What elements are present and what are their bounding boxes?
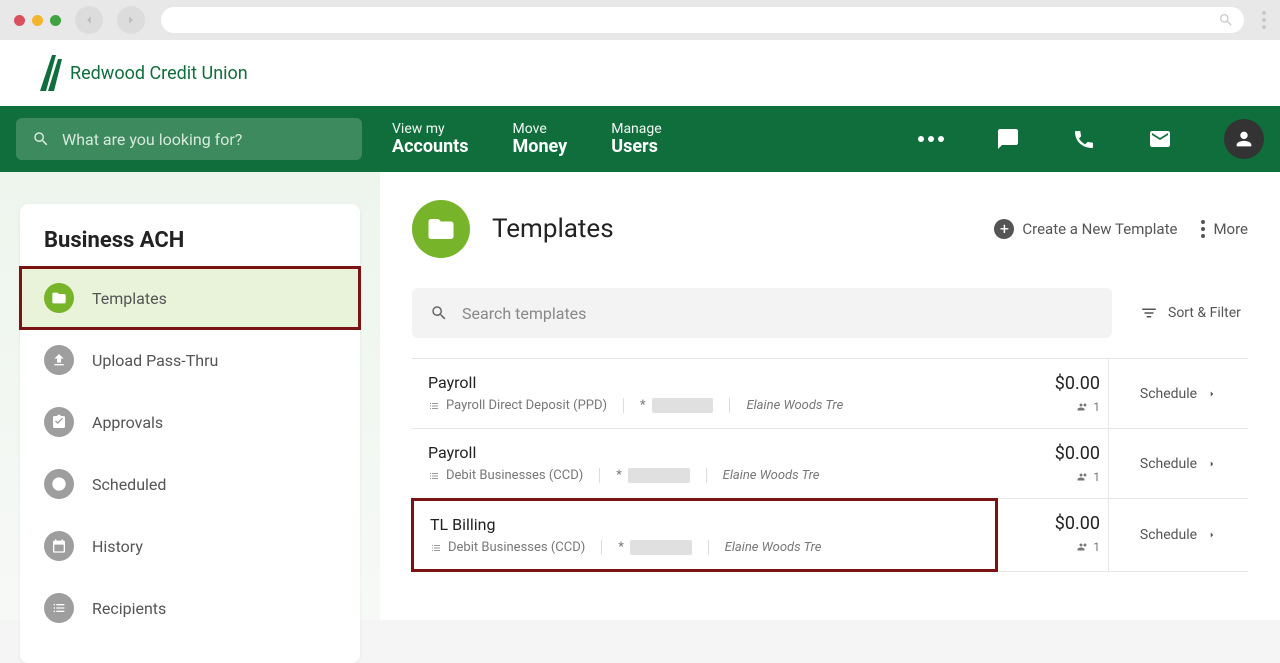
sidebar-item-label: Approvals: [92, 413, 163, 432]
nav-accounts[interactable]: View my Accounts: [392, 121, 469, 158]
template-amount: $0.00: [1006, 443, 1100, 464]
clock-icon: [44, 469, 74, 499]
chevron-right-icon: [1207, 389, 1217, 399]
search-icon: [430, 304, 448, 322]
vertical-dots-icon: [1201, 220, 1205, 238]
search-icon: [32, 130, 50, 148]
nav-icons: [918, 119, 1264, 159]
people-icon: [1077, 541, 1089, 553]
template-name: Payroll: [428, 443, 982, 462]
plus-icon: +: [994, 219, 1014, 239]
masked-account: xxxx: [652, 398, 714, 413]
clipboard-check-icon: [44, 407, 74, 437]
list-icon: [430, 542, 442, 554]
template-list: Payroll Payroll Direct Deposit (PPD) *xx…: [412, 358, 1248, 572]
chevron-right-icon: [1207, 459, 1217, 469]
masked-account: xxxx: [628, 468, 690, 483]
search-icon: [1218, 12, 1234, 32]
sidebar-item-upload[interactable]: Upload Pass-Thru: [20, 329, 360, 391]
browser-chrome: [0, 0, 1280, 40]
global-search[interactable]: What are you looking for?: [16, 118, 362, 160]
template-row[interactable]: Payroll Debit Businesses (CCD) *xxxx Ela…: [412, 429, 1248, 499]
content-area: Templates + Create a New Template More S…: [380, 172, 1280, 620]
nav-money[interactable]: Move Money: [513, 121, 568, 158]
sidebar-item-scheduled[interactable]: Scheduled: [20, 453, 360, 515]
sidebar-item-label: Templates: [92, 289, 167, 308]
schedule-button[interactable]: Schedule: [1108, 499, 1248, 571]
folder-icon: [44, 283, 74, 313]
global-search-placeholder: What are you looking for?: [62, 130, 242, 149]
template-name: Payroll: [428, 373, 982, 392]
brand-name: Redwood Credit Union: [70, 63, 248, 84]
sidebar-item-templates[interactable]: Templates: [20, 267, 360, 329]
filter-icon: [1140, 304, 1158, 322]
browser-menu-icon[interactable]: [1262, 11, 1266, 29]
template-search-placeholder: Search templates: [462, 304, 586, 323]
people-icon: [1077, 471, 1089, 483]
list-icon: [428, 400, 440, 412]
sidebar: Business ACH Templates Upload Pass-Thru …: [0, 172, 380, 620]
list-icon: [428, 470, 440, 482]
template-search[interactable]: Search templates: [412, 288, 1112, 338]
sidebar-item-recipients[interactable]: Recipients: [20, 577, 360, 639]
chevron-right-icon: [1207, 530, 1217, 540]
url-bar[interactable]: [161, 7, 1244, 33]
page-title: Templates: [492, 214, 972, 244]
masked-account: xxxx: [630, 540, 692, 555]
page-actions: + Create a New Template More: [994, 219, 1248, 239]
upload-icon: [44, 345, 74, 375]
mail-icon[interactable]: [1148, 127, 1172, 151]
brand-logo[interactable]: Redwood Credit Union: [34, 51, 274, 95]
main-layout: Business ACH Templates Upload Pass-Thru …: [0, 172, 1280, 620]
more-button[interactable]: More: [1201, 220, 1248, 238]
page-header: Templates + Create a New Template More: [412, 200, 1248, 258]
back-button[interactable]: [75, 6, 103, 34]
close-window-icon[interactable]: [14, 15, 25, 26]
sort-filter-button[interactable]: Sort & Filter: [1140, 304, 1241, 322]
calendar-icon: [44, 531, 74, 561]
person-icon: [1233, 128, 1255, 150]
minimize-window-icon[interactable]: [32, 15, 43, 26]
forward-button[interactable]: [117, 6, 145, 34]
primary-nav: What are you looking for? View my Accoun…: [0, 106, 1280, 172]
nav-items: View my Accounts Move Money Manage Users: [392, 121, 662, 158]
more-menu-icon[interactable]: [918, 136, 944, 142]
sidebar-card: Business ACH Templates Upload Pass-Thru …: [20, 204, 360, 663]
nav-users[interactable]: Manage Users: [611, 121, 661, 158]
template-owner: Elaine Woods Tre: [723, 468, 836, 483]
sidebar-item-approvals[interactable]: Approvals: [20, 391, 360, 453]
sidebar-item-label: Recipients: [92, 599, 166, 618]
template-row[interactable]: Payroll Payroll Direct Deposit (PPD) *xx…: [412, 359, 1248, 429]
people-icon: [1077, 401, 1089, 413]
sidebar-item-history[interactable]: History: [20, 515, 360, 577]
template-owner: Elaine Woods Tre: [746, 398, 859, 413]
sidebar-title: Business ACH: [20, 228, 360, 267]
sidebar-item-label: Upload Pass-Thru: [92, 351, 218, 370]
template-amount: $0.00: [1006, 513, 1100, 534]
maximize-window-icon[interactable]: [50, 15, 61, 26]
schedule-button[interactable]: Schedule: [1108, 359, 1248, 428]
template-row[interactable]: TL Billing Debit Businesses (CCD) *xxxx …: [412, 499, 1248, 572]
folder-icon: [412, 200, 470, 258]
create-template-button[interactable]: + Create a New Template: [994, 219, 1177, 239]
search-filter-row: Search templates Sort & Filter: [412, 288, 1248, 338]
list-icon: [44, 593, 74, 623]
profile-button[interactable]: [1224, 119, 1264, 159]
sidebar-item-label: Scheduled: [92, 475, 166, 494]
logo-area: Redwood Credit Union: [0, 40, 1280, 106]
template-owner: Elaine Woods Tre: [725, 540, 838, 555]
template-amount: $0.00: [1006, 373, 1100, 394]
phone-icon[interactable]: [1072, 127, 1096, 151]
chat-icon[interactable]: [996, 127, 1020, 151]
template-name: TL Billing: [430, 515, 979, 534]
schedule-button[interactable]: Schedule: [1108, 429, 1248, 498]
sidebar-item-label: History: [92, 537, 143, 556]
window-controls: [14, 15, 61, 26]
